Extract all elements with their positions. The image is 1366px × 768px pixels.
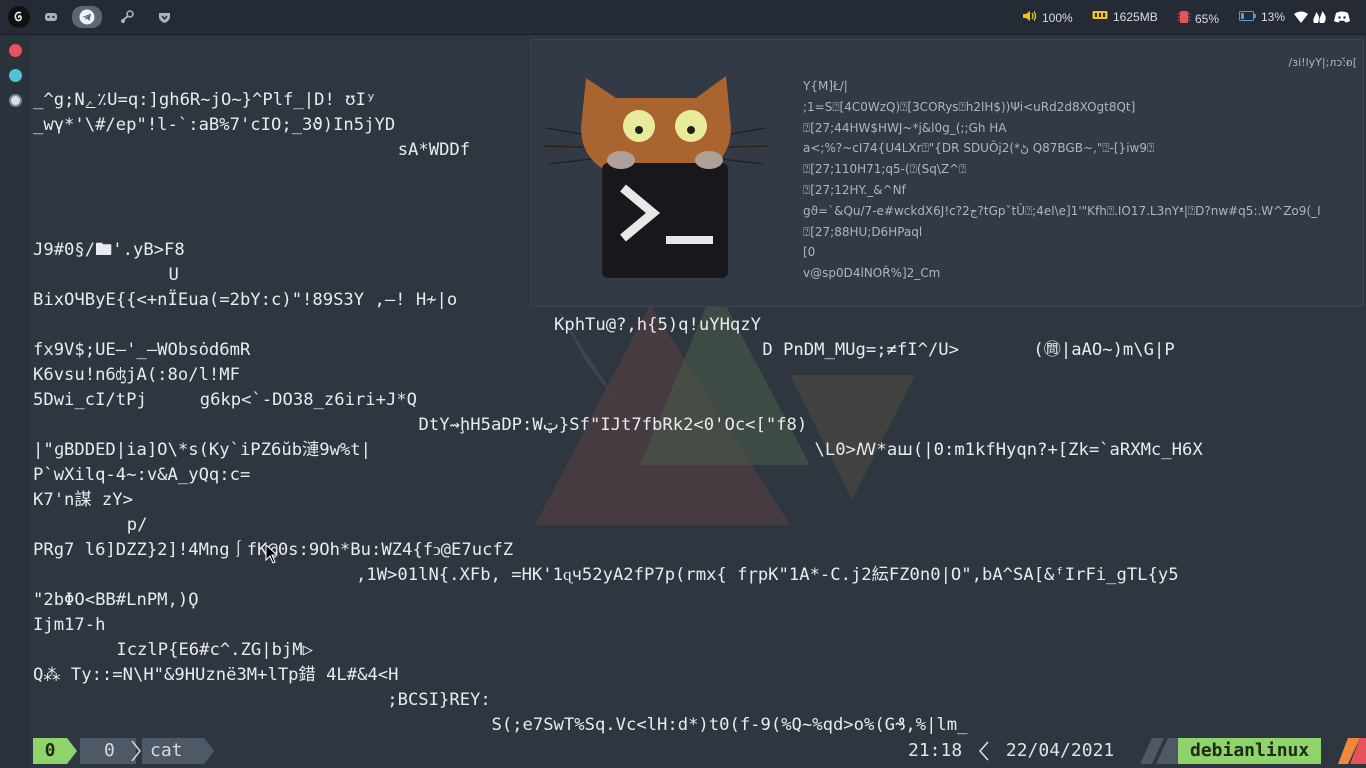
volume-indicator[interactable]: 100% bbox=[1022, 10, 1073, 25]
cpu-indicator: 65% bbox=[1178, 10, 1219, 27]
notification-summary: /ɜi!lyY|;ᴫɔ:̌ᴆ[ bbox=[1288, 56, 1357, 69]
terminal-line: \L0>ꟿ*aꟺ(|0:m1kfHyqn?+[Zk=`aRXMc_H6X bbox=[814, 440, 1203, 460]
terminal-line: 5Dwi̲cI/tPj bbox=[33, 390, 147, 410]
terminal-line: (㉄|aAO~)m\G|P bbox=[1033, 340, 1175, 360]
terminal-line: p/ bbox=[126, 515, 148, 535]
notification-line: ⍰[27;110H71;q5-(⍰(Sq\Z^⍰ bbox=[803, 162, 967, 177]
mouse-cursor-icon bbox=[265, 544, 279, 564]
wifi-icon[interactable] bbox=[1292, 8, 1310, 26]
separator-arrow-icon bbox=[204, 738, 214, 764]
terminal-line: |"ɡBDDED|ia]O\*s(Ky`iPZ6ŭb漣9w%t| bbox=[33, 440, 371, 460]
tmux-status-bar: 0 0 cat 21:18 22/04/2021 debianlinux bbox=[0, 738, 1366, 764]
separator-arrow-icon bbox=[67, 738, 77, 764]
chevron-right-icon bbox=[131, 740, 141, 762]
terminal-line: Q⁂ Ty::=N\H"&9HUznë3M+lTp錯 4L#&4<H bbox=[33, 665, 399, 685]
flames-icon[interactable] bbox=[1311, 8, 1329, 26]
terminal-line: g6kp<`-DO38_z6iri+J*Q bbox=[199, 390, 418, 410]
hostname: debianlinux bbox=[1178, 738, 1322, 764]
notification-line: ;1=S⍰[4C0WzQ)⍰[3CORys⍰h2lH$))Ψi<uRd2d8XO… bbox=[803, 99, 1136, 114]
battery-indicator: 13% bbox=[1239, 10, 1285, 24]
terminal-line: IczlP{E6#c^.ZG|bjM▷ bbox=[116, 640, 313, 660]
minimize-button[interactable] bbox=[9, 94, 22, 107]
close-button[interactable] bbox=[9, 44, 22, 57]
window-tab[interactable]: 0 bbox=[80, 738, 136, 764]
telegram-icon[interactable] bbox=[72, 6, 102, 28]
date-label: 22/04/2021 bbox=[1005, 740, 1115, 761]
terminal-line: KphTu@?,h{5)q!uYHqzY bbox=[554, 315, 761, 335]
steam-icon[interactable] bbox=[118, 8, 136, 26]
notification-line: Y{M]Ł/| bbox=[803, 79, 848, 93]
separator-stripes-icon bbox=[1140, 738, 1178, 764]
session-index[interactable]: 0 bbox=[33, 738, 67, 764]
notification-line: [0 bbox=[803, 245, 816, 260]
volume-icon bbox=[1022, 10, 1037, 25]
shield-icon[interactable] bbox=[155, 8, 173, 26]
terminal-line: _wγ*'\#/ep"!l-`:aB%7'cIO;_3ϑ)In5jYD bbox=[33, 115, 396, 135]
memory-icon bbox=[1092, 10, 1108, 24]
chevron-left-icon bbox=[979, 741, 989, 761]
time-label: 21:18 bbox=[908, 740, 963, 761]
terminal-cat-icon bbox=[542, 76, 770, 278]
notification-line: ⍰[27;44HW$HWJ~*j&l0g_(;;Gh HA bbox=[803, 120, 1007, 135]
gamepad-icon[interactable] bbox=[42, 8, 60, 26]
terminal-line: "2bΦO<BB#LnPM,)Ϙ bbox=[33, 590, 199, 610]
top-panel: 100% 1625MB 65% 13% bbox=[0, 0, 1366, 35]
terminal-line: DtY⇝ḩH5aDP:Wټ}Sf"IJt7fbRk2<0'Oc<["f8) bbox=[418, 415, 808, 435]
terminal-line: fx9V$;UE—'_—WObsȯd6mR bbox=[33, 340, 251, 360]
terminal-line: ;BCSI}REY: bbox=[387, 690, 491, 710]
window-gutter bbox=[0, 35, 30, 768]
notification-line: ⍰[27;12HY._&^Nf bbox=[803, 183, 906, 197]
terminal-line: _^g;Nﮮ٪U=q:]gh6R~jO~}^Plf_|D! ʊIʸ bbox=[33, 90, 377, 110]
notification-line: v@sp0D4lNOŘ%]2_Cm bbox=[803, 266, 941, 281]
separator-stripes-icon bbox=[1338, 738, 1366, 764]
notification-line: ⍰[27;88HU;D6HPaql bbox=[803, 224, 923, 239]
window-command[interactable]: cat bbox=[142, 738, 204, 764]
terminal-line: ,1W>01lN{.XFb, =HK'1ɋч52yA2fP7p(rmx{ fɼp… bbox=[356, 565, 1179, 585]
window-index: 0 bbox=[104, 740, 115, 761]
terminal-line: K6vsu!n6ʤjA(:8o/l!MF bbox=[33, 365, 240, 385]
clock: 21:18 22/04/2021 bbox=[908, 738, 1114, 764]
terminal-line: Ijm17-h bbox=[33, 615, 106, 635]
terminal-line: sA*WDDf bbox=[397, 140, 471, 160]
battery-icon bbox=[1239, 10, 1256, 24]
terminal-line: BixOЧByE{{<+nЇEua(=2bY:c)"!89S3Y ,—! H≁|… bbox=[33, 290, 458, 310]
terminal-line: J9#0§/🖿'.yB>F8 bbox=[33, 240, 185, 260]
cpu-icon bbox=[1178, 10, 1190, 27]
terminal-line: U bbox=[168, 265, 179, 285]
notification-line: gϑ=`&Qu/7-e#wckdX6J!c?2ج?tGpˇtÛ⍰;4el\e]1… bbox=[803, 203, 1321, 218]
terminal-line: P`wXilq-4~:v&A_yQq:c= bbox=[33, 465, 251, 485]
discord-icon[interactable] bbox=[1333, 8, 1351, 26]
debian-icon[interactable] bbox=[8, 6, 30, 28]
terminal-line: K7'n謀 zY> bbox=[33, 490, 133, 510]
maximize-button[interactable] bbox=[9, 69, 22, 82]
notification-popup[interactable]: Y{M]Ł/| ;1=S⍰[4C0WzQ)⍰[3CORys⍰h2lH$))Ψi<u… bbox=[530, 39, 1364, 307]
memory-indicator: 1625MB bbox=[1092, 10, 1158, 24]
notification-line: a<;%?~cI74{U4LXr⍰"{DR SDUÔj2(*ڻ Q87BGB~,… bbox=[803, 141, 1155, 156]
terminal-line: S(;e7SwT%Sq.Vc<lH:d*)t0(f-9(%Q~%qd>o%(G₰… bbox=[491, 715, 968, 735]
terminal-line: D PnDM_MUg=;≠fI^/U> bbox=[762, 340, 959, 360]
